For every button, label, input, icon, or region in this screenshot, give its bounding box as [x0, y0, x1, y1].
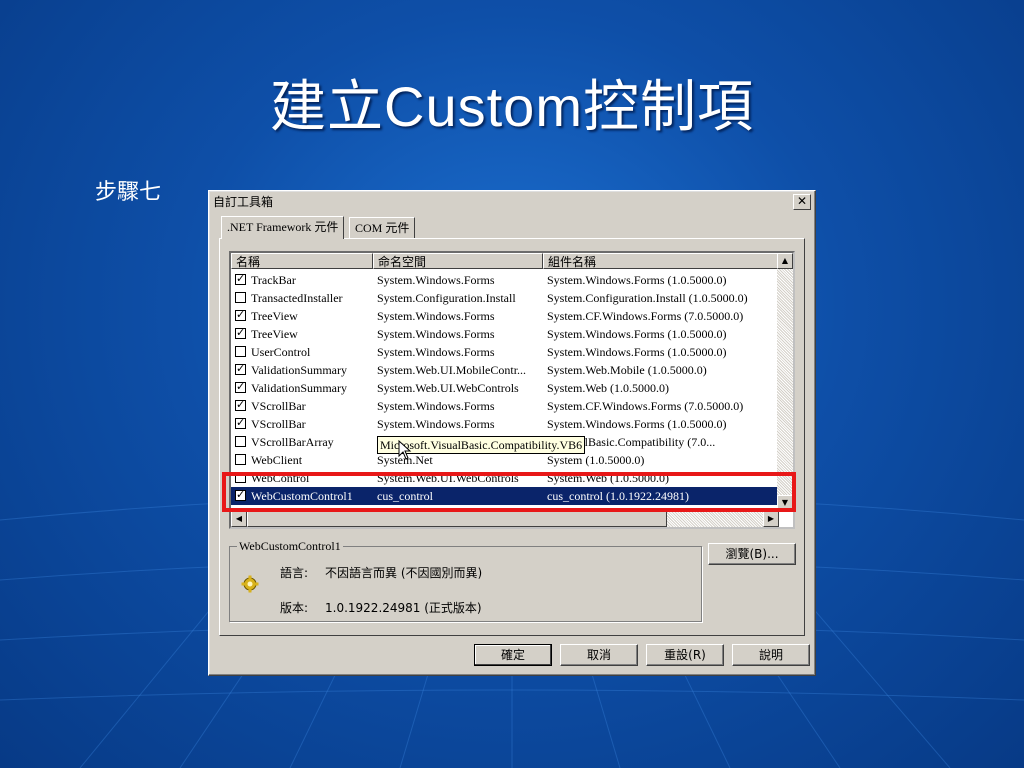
- component-gear-icon: [241, 575, 259, 593]
- tab-com[interactable]: COM 元件: [349, 217, 416, 238]
- cell-name: TrackBar: [251, 273, 296, 287]
- browse-button[interactable]: 瀏覽(B)...: [708, 543, 796, 565]
- cell-name: ValidationSummary: [251, 363, 347, 377]
- cell-assembly: System (1.0.5000.0): [547, 453, 645, 467]
- cell-assembly: System.Web (1.0.5000.0): [547, 381, 670, 395]
- cell-namespace: System.Web.UI.WebControls: [377, 381, 519, 395]
- checkbox-checked[interactable]: ✓: [235, 400, 246, 411]
- column-header-name[interactable]: 名稱: [231, 253, 373, 269]
- checkbox-checked[interactable]: ✓: [235, 310, 246, 321]
- checkbox-unchecked[interactable]: [235, 346, 246, 357]
- language-label: 語言:: [280, 566, 309, 580]
- dialog-titlebar[interactable]: 自訂工具箱 ✕: [211, 193, 813, 211]
- cell-name: WebClient: [251, 453, 303, 467]
- selection-highlight-box: [222, 472, 796, 512]
- list-item[interactable]: UserControl System.Windows.Forms System.Wi…: [231, 343, 779, 361]
- cell-namespace: System.Web.UI.MobileContr...: [377, 363, 527, 377]
- scroll-right-icon[interactable]: ▶: [763, 511, 779, 527]
- version-label: 版本:: [280, 601, 309, 615]
- list-item[interactable]: ✓ TrackBar System.Windows.Forms System.Wind…: [231, 271, 779, 289]
- cell-name: UserControl: [251, 345, 311, 359]
- horizontal-scroll-thumb[interactable]: [247, 511, 667, 527]
- cell-assembly: System.Windows.Forms (1.0.5000.0): [547, 327, 727, 341]
- checkbox-checked[interactable]: ✓: [235, 364, 246, 375]
- step-label: 步驟七: [95, 180, 162, 205]
- checkbox-checked[interactable]: ✓: [235, 328, 246, 339]
- checkbox-unchecked[interactable]: [235, 454, 246, 465]
- list-item[interactable]: ✓ TreeView System.Windows.Forms System.CF.W…: [231, 307, 779, 325]
- cell-namespace: System.Windows.Forms: [377, 309, 495, 323]
- slide-title: 建立Custom控制項: [270, 75, 754, 138]
- cell-assembly: System.CF.Windows.Forms (7.0.5000.0): [547, 399, 744, 413]
- scroll-up-icon[interactable]: ▲: [777, 253, 793, 269]
- checkbox-checked[interactable]: ✓: [235, 418, 246, 429]
- cell-assembly: System.CF.Windows.Forms (7.0.5000.0): [547, 309, 744, 323]
- cell-assembly: System.Windows.Forms (1.0.5000.0): [547, 417, 727, 431]
- help-button[interactable]: 說明: [732, 644, 810, 666]
- checkbox-unchecked[interactable]: [235, 436, 246, 447]
- details-group-title: WebCustomControl1: [237, 539, 343, 554]
- version-value: 1.0.1922.24981 (正式版本): [325, 601, 482, 615]
- cell-namespace: System.Windows.Forms: [377, 417, 495, 431]
- cell-namespace: System.Windows.Forms: [377, 327, 495, 341]
- list-item[interactable]: TransactedInstaller System.Configuration.…: [231, 289, 779, 307]
- list-item[interactable]: ✓ TreeView System.Windows.Forms System.Wind…: [231, 325, 779, 343]
- tab-net-framework[interactable]: .NET Framework 元件: [221, 216, 345, 239]
- list-item[interactable]: ✓ ValidationSummary System.Web.UI.WebContr…: [231, 379, 779, 397]
- column-header-assembly[interactable]: 組件名稱: [543, 253, 779, 269]
- checkbox-checked[interactable]: ✓: [235, 274, 246, 285]
- cell-name: TransactedInstaller: [251, 291, 343, 305]
- reset-button[interactable]: 重設(R): [646, 644, 724, 666]
- cell-namespace: System.Configuration.Install: [377, 291, 516, 305]
- cell-assembly: System.Web.Mobile (1.0.5000.0): [547, 363, 707, 377]
- cell-name: ValidationSummary: [251, 381, 347, 395]
- column-header-namespace[interactable]: 命名空間: [373, 253, 543, 269]
- horizontal-scrollbar[interactable]: ◀ ▶: [231, 511, 779, 527]
- list-item[interactable]: ✓ VScrollBar System.Windows.Forms System.Wi…: [231, 415, 779, 433]
- cell-namespace: System.Windows.Forms: [377, 399, 495, 413]
- cancel-button[interactable]: 取消: [560, 644, 638, 666]
- cell-name: VScrollBarArray: [251, 435, 334, 449]
- customize-toolbox-dialog: 自訂工具箱 ✕ .NET Framework 元件 COM 元件 名稱 命名空間…: [208, 190, 816, 676]
- cell-name: TreeView: [251, 309, 298, 323]
- checkbox-unchecked[interactable]: [235, 292, 246, 303]
- checkbox-checked[interactable]: ✓: [235, 382, 246, 393]
- cell-assembly: System.Configuration.Install (1.0.5000.0…: [547, 291, 748, 305]
- cell-name: TreeView: [251, 327, 298, 341]
- mouse-pointer-icon: [398, 440, 412, 460]
- component-details-group: WebCustomControl1 語言: 不因語言而異 (不因國別而異) 版本…: [229, 539, 702, 622]
- language-value: 不因語言而異 (不因國別而異): [325, 566, 483, 580]
- cell-namespace: System.Windows.Forms: [377, 273, 495, 287]
- ok-button[interactable]: 確定: [474, 644, 552, 666]
- scroll-left-icon[interactable]: ◀: [231, 511, 247, 527]
- cell-assembly: System.Windows.Forms (1.0.5000.0): [547, 273, 727, 287]
- cell-namespace: System.Windows.Forms: [377, 345, 495, 359]
- close-icon[interactable]: ✕: [793, 194, 811, 210]
- list-header: 名稱 命名空間 組件名稱: [231, 253, 779, 270]
- cell-name: VScrollBar: [251, 399, 306, 413]
- cell-assembly: System.Windows.Forms (1.0.5000.0): [547, 345, 727, 359]
- cell-name: VScrollBar: [251, 417, 306, 431]
- dialog-title: 自訂工具箱: [213, 195, 274, 209]
- list-item[interactable]: ✓ VScrollBar System.Windows.Forms System.CF…: [231, 397, 779, 415]
- list-item[interactable]: ✓ ValidationSummary System.Web.UI.MobileCo…: [231, 361, 779, 379]
